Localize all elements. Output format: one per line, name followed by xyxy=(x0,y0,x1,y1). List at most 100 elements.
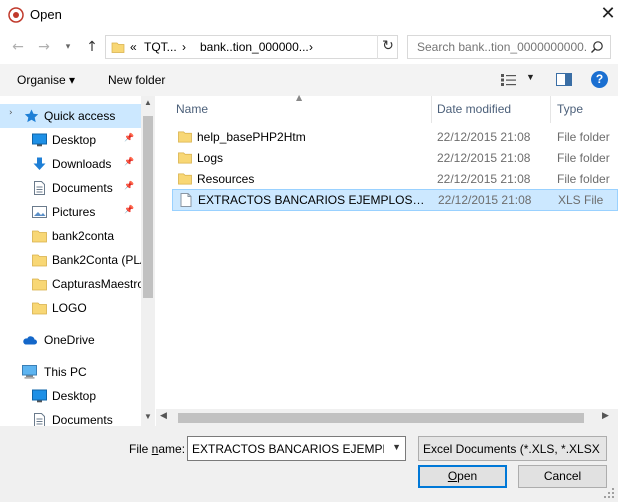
star-icon xyxy=(24,109,39,123)
chevron-down-icon[interactable]: ▼ xyxy=(526,72,535,82)
refresh-icon[interactable]: ↻ xyxy=(377,35,398,59)
nav-item-label: Desktop xyxy=(52,389,97,403)
scroll-left-icon[interactable]: ◀ xyxy=(160,411,167,421)
nav-item[interactable]: This PC xyxy=(0,360,142,384)
nav-item-label: bank2conta xyxy=(52,229,115,243)
nav-item[interactable]: OneDrive xyxy=(0,328,142,352)
pictures-icon xyxy=(32,205,47,219)
folder-icon xyxy=(32,301,47,315)
nav-item[interactable]: LOGO xyxy=(0,296,142,320)
preview-pane-icon[interactable] xyxy=(556,73,572,86)
file-date: 22/12/2015 21:08 xyxy=(437,130,531,144)
document-icon xyxy=(32,181,47,195)
file-type: File folder xyxy=(557,151,610,165)
pin-icon: 📌 xyxy=(124,157,134,166)
pin-icon: 📌 xyxy=(124,133,134,142)
pin-icon: 📌 xyxy=(124,181,134,190)
nav-item-label: Desktop xyxy=(52,133,97,147)
nav-item-label: Pictures xyxy=(52,205,96,219)
nav-item-label: Bank2Conta (PLA xyxy=(52,253,142,267)
expand-chevron-icon[interactable]: › xyxy=(9,108,13,118)
help-icon[interactable]: ? xyxy=(591,71,608,88)
breadcrumb-separator: « xyxy=(130,40,137,54)
search-box[interactable] xyxy=(407,35,611,59)
folder-icon xyxy=(178,130,192,144)
chevron-down-icon[interactable]: ▼ xyxy=(392,442,401,452)
download-icon xyxy=(32,157,47,171)
folder-icon xyxy=(32,277,47,291)
folder-icon xyxy=(32,253,47,267)
breadcrumb-separator[interactable]: › xyxy=(309,40,313,54)
folder-icon xyxy=(111,42,125,53)
search-icon[interactable] xyxy=(590,40,604,54)
nav-item-label: Downloads xyxy=(52,157,112,171)
scroll-right-icon[interactable]: ▶ xyxy=(602,411,609,421)
forward-icon[interactable]: → xyxy=(34,37,54,57)
computer-icon xyxy=(22,365,37,379)
folder-icon xyxy=(178,172,192,186)
organise-menu[interactable]: Organise ▾ xyxy=(17,73,75,87)
file-name: Logs xyxy=(197,151,224,165)
column-divider[interactable] xyxy=(431,96,432,123)
resize-grip-icon[interactable] xyxy=(603,487,615,499)
nav-item-label: CapturasMaestro xyxy=(52,277,142,291)
file-type: XLS File xyxy=(558,193,604,207)
title-bar xyxy=(0,0,618,30)
sort-ascending-icon: ▲ xyxy=(296,93,303,102)
nav-item[interactable]: bank2conta xyxy=(0,224,142,248)
breadcrumb-separator[interactable]: › xyxy=(182,40,186,54)
column-header-date[interactable]: Date modified xyxy=(437,102,511,116)
up-icon[interactable]: ↑ xyxy=(82,37,102,57)
nav-item[interactable]: Downloads 📌 xyxy=(0,152,142,176)
nav-item[interactable]: › Quick access xyxy=(0,104,142,128)
horizontal-scrollbar-thumb[interactable] xyxy=(178,413,584,423)
nav-item[interactable]: Documents 📌 xyxy=(0,176,142,200)
search-input[interactable] xyxy=(408,36,588,58)
file-row[interactable]: Resources 22/12/2015 21:08 File folder xyxy=(172,169,618,190)
nav-item[interactable]: Desktop xyxy=(0,384,142,408)
file-name: Resources xyxy=(197,172,255,186)
file-type-select[interactable]: Excel Documents (*.XLS, *.XLSX xyxy=(418,436,607,461)
file-name-combobox[interactable]: EXTRACTOS BANCARIOS EJEMPLOS ▼ xyxy=(187,436,406,461)
close-icon[interactable]: ✕ xyxy=(596,3,618,27)
window-title: Open xyxy=(30,7,62,22)
file-date: 22/12/2015 21:08 xyxy=(437,172,531,186)
file-row[interactable]: EXTRACTOS BANCARIOS EJEMPLOS Ban... 22/12… xyxy=(172,189,618,211)
file-type-value: Excel Documents (*.XLS, *.XLSX xyxy=(423,442,600,456)
cancel-button[interactable]: Cancel xyxy=(518,465,607,488)
file-name: help_basePHP2Htm xyxy=(197,130,306,144)
nav-item-label: OneDrive xyxy=(44,333,95,347)
nav-scrollbar-thumb[interactable] xyxy=(143,116,153,298)
column-header-name[interactable]: Name xyxy=(176,102,208,116)
column-divider[interactable] xyxy=(550,96,551,123)
file-date: 22/12/2015 21:08 xyxy=(438,193,532,207)
nav-item[interactable]: Desktop 📌 xyxy=(0,128,142,152)
file-name-input[interactable]: EXTRACTOS BANCARIOS EJEMPLOS xyxy=(192,442,384,456)
nav-item[interactable]: Pictures 📌 xyxy=(0,200,142,224)
file-row[interactable]: help_basePHP2Htm 22/12/2015 21:08 File fol… xyxy=(172,127,618,148)
new-folder-button[interactable]: New folder xyxy=(108,73,165,87)
address-bar[interactable]: « TQT... › bank..tion_000000... › xyxy=(105,35,398,59)
nav-item-label: This PC xyxy=(44,365,87,379)
recent-locations-icon[interactable]: ▾ xyxy=(58,37,78,57)
breadcrumb-item[interactable]: TQT... xyxy=(144,40,177,54)
back-icon[interactable]: ← xyxy=(8,37,28,57)
nav-item[interactable]: CapturasMaestro xyxy=(0,272,142,296)
nav-item-label: Quick access xyxy=(44,109,116,123)
scroll-up-icon[interactable]: ▲ xyxy=(141,98,155,107)
nav-item-label: Documents xyxy=(52,181,113,195)
file-icon xyxy=(179,193,193,207)
file-row[interactable]: Logs 22/12/2015 21:08 File folder xyxy=(172,148,618,169)
cloud-icon xyxy=(22,333,37,347)
folder-icon xyxy=(178,151,192,165)
column-header-type[interactable]: Type xyxy=(557,102,583,116)
file-type: File folder xyxy=(557,172,610,186)
open-button[interactable]: Open xyxy=(418,465,507,488)
folder-icon xyxy=(32,229,47,243)
change-view-icon[interactable] xyxy=(500,73,518,87)
scroll-down-icon[interactable]: ▼ xyxy=(141,412,155,421)
desktop-icon xyxy=(32,133,47,147)
file-date: 22/12/2015 21:08 xyxy=(437,151,531,165)
nav-item[interactable]: Bank2Conta (PLA xyxy=(0,248,142,272)
breadcrumb-item[interactable]: bank..tion_000000... xyxy=(200,40,309,54)
